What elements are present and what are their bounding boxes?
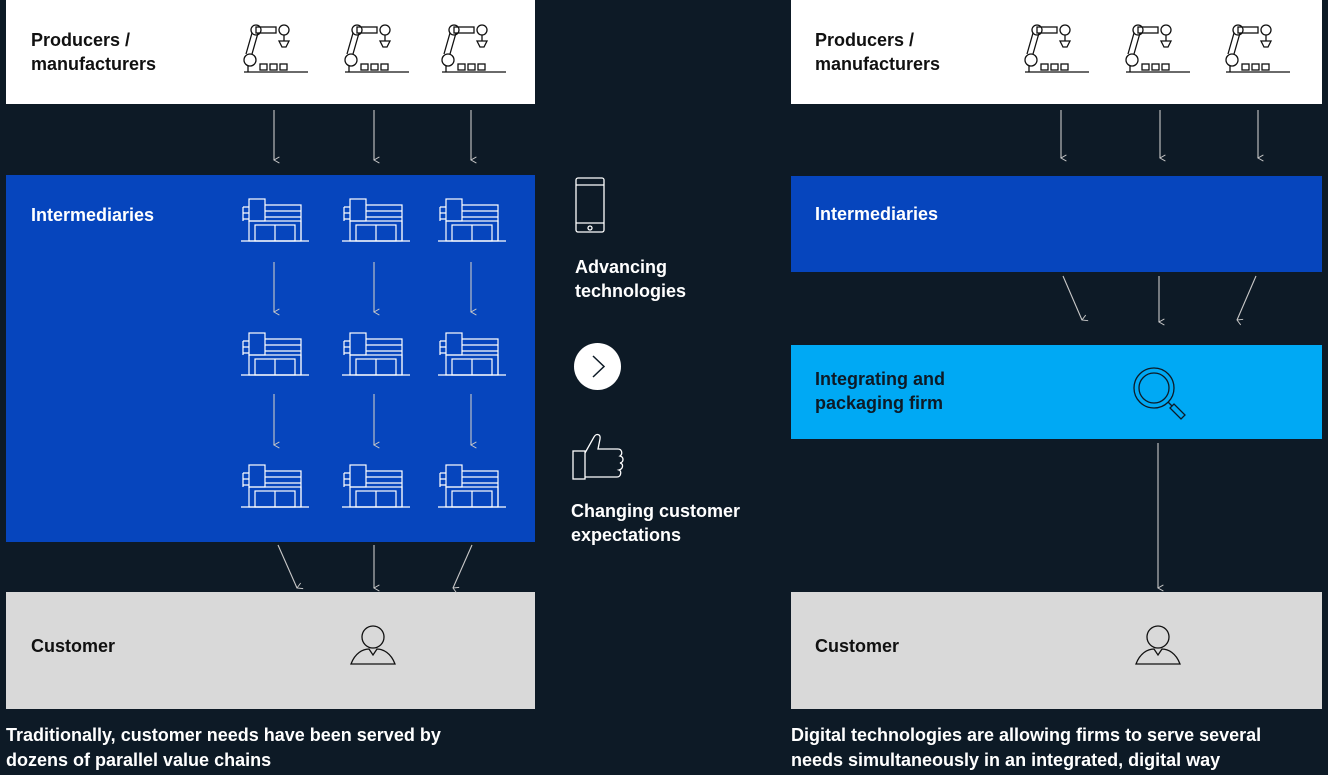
right-customer-label: Customer <box>815 636 900 656</box>
flow-arrow <box>1237 275 1257 320</box>
warehouse-icon <box>341 332 411 376</box>
integrator-box: Integrating and packaging firm <box>791 345 1322 439</box>
robot-arm-icon <box>1225 24 1290 73</box>
right-customer-box: Customer <box>791 592 1322 709</box>
right-intermediaries-label: Intermediaries <box>815 204 939 224</box>
warehouse-icon <box>240 332 310 376</box>
warehouse-icon <box>240 198 310 242</box>
right-producers-box: Producers / manufacturers <box>791 0 1322 104</box>
smartphone-icon <box>575 177 605 233</box>
robot-arm-icon <box>1125 24 1190 73</box>
magnifier-icon <box>1133 367 1186 420</box>
warehouse-icon <box>341 464 411 508</box>
warehouse-icon <box>437 464 507 508</box>
integrator-label: Integrating and packaging firm <box>815 369 945 413</box>
expectations-label: Changing customer expectations <box>571 501 741 545</box>
warehouse-icon <box>341 198 411 242</box>
thumbs-up-icon <box>572 433 624 480</box>
transition-arrow-button <box>574 343 621 390</box>
right-caption: Digital technologies are allowing firms … <box>791 725 1262 770</box>
right-producers-label: Producers / manufacturers <box>815 30 941 74</box>
right-intermediaries-box: Intermediaries <box>791 176 1322 272</box>
warehouse-icon <box>437 332 507 376</box>
warehouse-icon <box>437 198 507 242</box>
technologies-label: Advancing technologies <box>575 257 687 301</box>
warehouse-icon <box>240 464 310 508</box>
flow-arrow <box>453 544 473 588</box>
person-icon <box>1135 625 1181 665</box>
robot-arm-icon <box>1024 24 1089 73</box>
flow-arrow <box>1062 275 1082 320</box>
chevron-right-icon <box>592 355 606 378</box>
flow-arrow <box>277 544 297 588</box>
